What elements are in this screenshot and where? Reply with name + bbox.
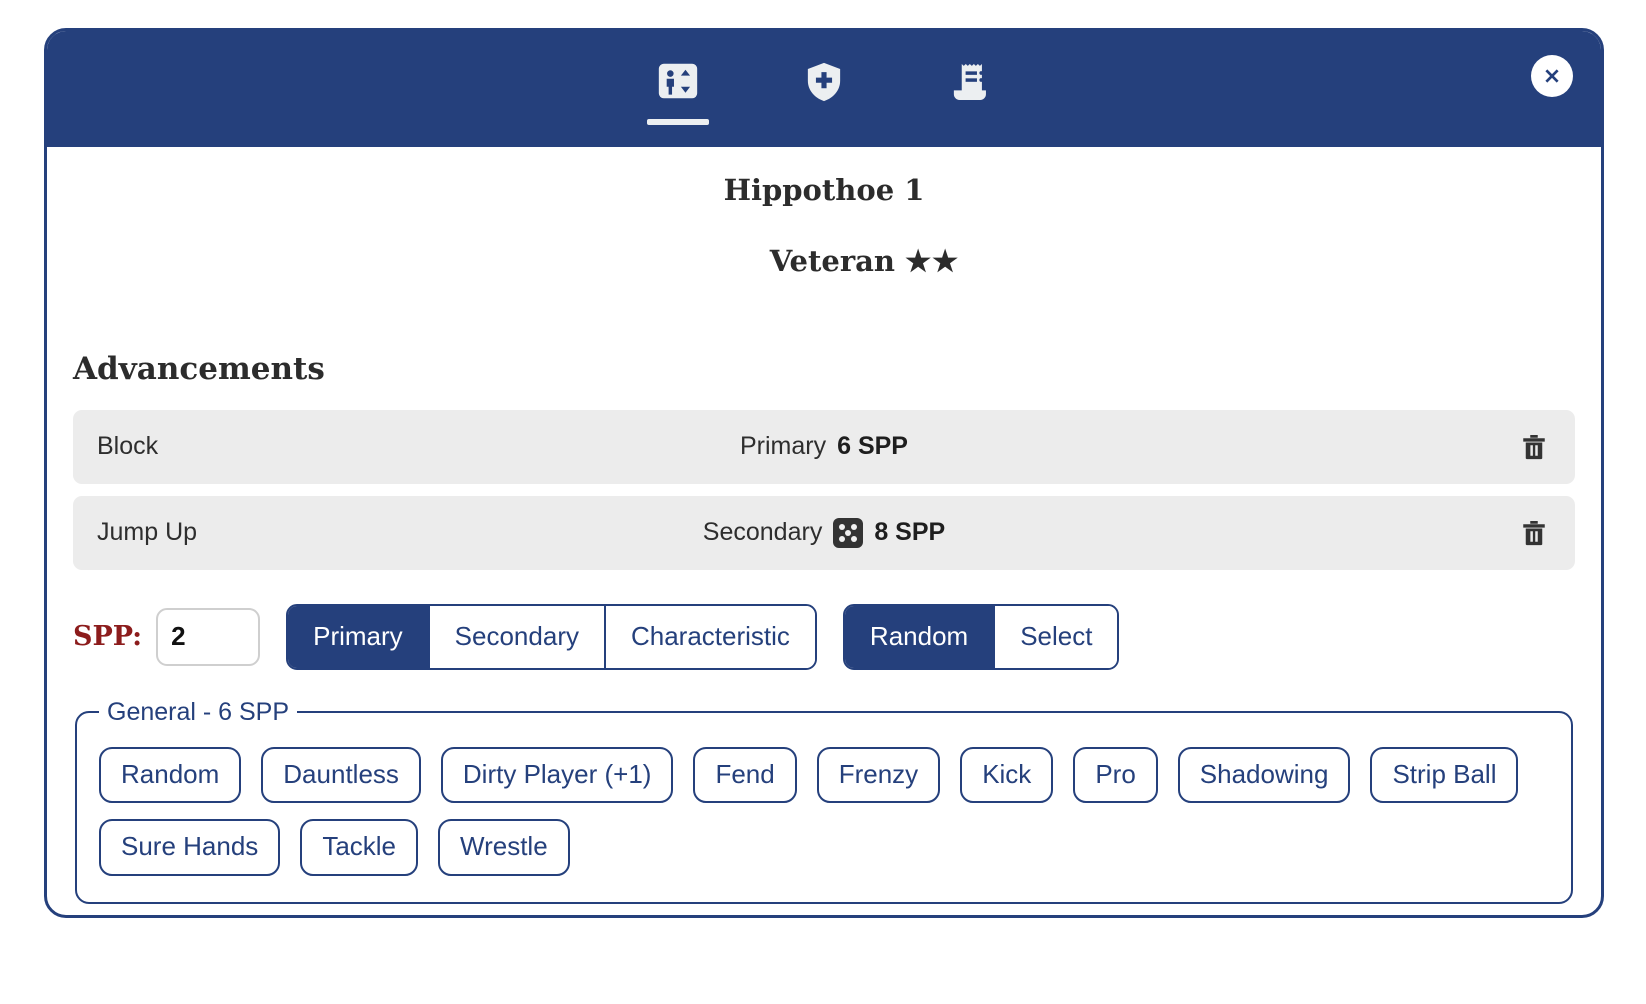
receipt-icon xyxy=(948,53,992,111)
advancements-list: Block Primary 6 SPP Jump Up Secondary 8 … xyxy=(73,409,1575,570)
advancement-skill-name: Jump Up xyxy=(97,518,198,546)
skill-chip-shadowing[interactable]: Shadowing xyxy=(1177,746,1351,804)
skill-chip-tackle[interactable]: Tackle xyxy=(300,819,419,876)
advancement-type: Primary xyxy=(740,432,827,460)
advancement-skill-name: Block xyxy=(97,432,159,460)
mode-option-select[interactable]: Select xyxy=(995,605,1118,668)
page-title: Advancements xyxy=(73,350,325,387)
skill-chip-strip-ball[interactable]: Strip Ball xyxy=(1370,746,1519,804)
tab-underline xyxy=(939,119,1001,125)
spp-input[interactable] xyxy=(156,607,261,666)
category-button-group: Primary Secondary Characteristic xyxy=(286,603,817,670)
player-rank-line: Veteran ★★ xyxy=(73,208,1575,314)
tab-underline xyxy=(793,119,855,125)
modal-body: Hippothoe 1 Veteran ★★ Advancements Bloc… xyxy=(47,147,1601,915)
skill-chip-frenzy[interactable]: Frenzy xyxy=(816,746,941,804)
skill-chip-kick[interactable]: Kick xyxy=(960,746,1054,804)
skill-group-legend: General - 6 SPP xyxy=(107,697,290,726)
skill-chip-list: Random Dauntless Dirty Player (+1) Fend … xyxy=(99,746,1549,876)
category-option-primary[interactable]: Primary xyxy=(288,605,430,668)
advancement-spp: 6 SPP xyxy=(837,432,908,460)
advancement-cost-group: Secondary 8 SPP xyxy=(73,517,1575,548)
skill-chip-random[interactable]: Random xyxy=(99,746,242,804)
mode-option-random[interactable]: Random xyxy=(844,605,996,668)
close-button[interactable] xyxy=(1531,55,1573,97)
advancement-cost-group: Primary 6 SPP xyxy=(73,432,1575,461)
delete-advancement-button[interactable] xyxy=(1517,430,1551,464)
player-advancement-modal: Hippothoe 1 Veteran ★★ Advancements Bloc… xyxy=(44,28,1604,918)
tab-ledger[interactable] xyxy=(931,53,1009,125)
table-row: Jump Up Secondary 8 SPP xyxy=(73,495,1575,570)
player-advancement-icon xyxy=(655,53,701,111)
skill-chip-pro[interactable]: Pro xyxy=(1073,746,1158,804)
mode-button-group: Random Select xyxy=(842,603,1120,670)
skill-chip-wrestle[interactable]: Wrestle xyxy=(438,819,570,876)
dice-icon xyxy=(833,517,864,548)
spp-label: SPP: xyxy=(73,621,143,652)
table-row: Block Primary 6 SPP xyxy=(73,409,1575,484)
player-rank: Veteran xyxy=(769,243,895,278)
skill-options-fieldset: General - 6 SPP Random Dauntless Dirty P… xyxy=(75,697,1573,904)
screen: Hippothoe 1 Veteran ★★ Advancements Bloc… xyxy=(0,0,1646,1004)
advancement-controls: SPP: Primary Secondary Characteristic Ra… xyxy=(73,603,1575,670)
shield-plus-icon xyxy=(802,53,846,111)
delete-advancement-button[interactable] xyxy=(1517,516,1551,550)
category-option-characteristic[interactable]: Characteristic xyxy=(605,605,815,668)
close-icon xyxy=(1545,69,1559,83)
modal-tabstrip xyxy=(639,31,1009,147)
tab-active-underline xyxy=(647,119,709,125)
trash-icon xyxy=(1523,434,1545,459)
player-stars: ★★ xyxy=(905,243,960,278)
player-name: Hippothoe 1 xyxy=(723,173,925,207)
category-option-secondary[interactable]: Secondary xyxy=(429,605,606,668)
skill-chip-sure-hands[interactable]: Sure Hands xyxy=(99,819,281,876)
tab-player-development[interactable] xyxy=(639,53,717,125)
skill-chip-fend[interactable]: Fend xyxy=(693,746,797,804)
advancement-type: Secondary xyxy=(702,518,823,546)
modal-header xyxy=(47,31,1601,147)
trash-icon xyxy=(1523,520,1545,545)
skill-chip-dauntless[interactable]: Dauntless xyxy=(261,746,421,804)
advancement-spp: 8 SPP xyxy=(874,518,946,546)
skill-chip-dirty-player[interactable]: Dirty Player (+1) xyxy=(440,746,674,804)
tab-injuries[interactable] xyxy=(785,53,863,125)
